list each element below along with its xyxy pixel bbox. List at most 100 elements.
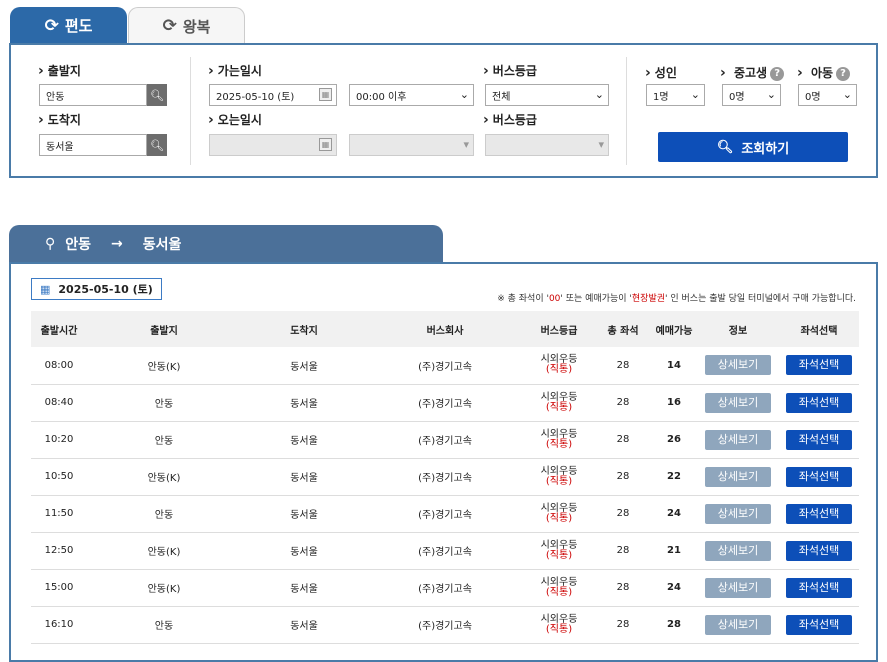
table-row: 08:40 안동 동서울 (주)경기고속 시외우등 (직통) 28 16 상세보기 좌석선택 <box>31 384 859 421</box>
arrival-label: 도착지 <box>38 111 81 128</box>
result-date-chip[interactable]: ▦ 2025-05-10 (토) <box>31 278 162 300</box>
seat-cell: 좌석선택 <box>779 532 859 569</box>
departure-time: 08:00 <box>44 359 74 371</box>
tab-one-way-label: 편도 <box>64 17 93 35</box>
arrival-terminal: 동서울 <box>290 436 318 447</box>
notice-part: ' 인 버스는 출발 당일 터미널에서 구매 가능합니다. <box>665 294 856 304</box>
chevron-down-icon: ⌄ <box>594 88 604 101</box>
bus-grade-sub: (직통) <box>545 364 573 376</box>
seat-select-button[interactable]: 좌석선택 <box>786 466 852 487</box>
student-label: 중고생? <box>720 64 785 81</box>
seat-select-button[interactable]: 좌석선택 <box>786 355 852 376</box>
departure-terminal: 안동(K) <box>147 547 181 558</box>
seat-select-button[interactable]: 좌석선택 <box>786 429 852 450</box>
bus-company: (주)경기고속 <box>418 510 472 521</box>
detail-button[interactable]: 상세보기 <box>705 540 771 561</box>
grade-select[interactable]: 전체 ⌄ <box>485 84 609 106</box>
detail-button[interactable]: 상세보기 <box>705 392 771 413</box>
calendar-icon[interactable]: ▦ <box>319 88 332 101</box>
col-header: 출발지 <box>150 325 178 337</box>
arrival-search-button[interactable]: 🔍︎ <box>147 134 167 156</box>
departure-value: 안동 <box>46 91 65 103</box>
calendar-icon[interactable]: ▦ <box>319 138 332 151</box>
seat-select-button[interactable]: 좌석선택 <box>786 503 852 524</box>
notice-highlight: 00 <box>548 294 561 304</box>
departure-terminal: 안동 <box>154 510 174 521</box>
tab-round-trip[interactable]: ⟳ 왕복 <box>128 7 245 44</box>
refresh-icon: ⟳ <box>162 16 177 36</box>
seat-select-button[interactable]: 좌석선택 <box>786 540 852 561</box>
chevron-down-icon: ⌄ <box>766 88 776 101</box>
departure-terminal: 안동(K) <box>147 361 181 373</box>
seat-select-button[interactable]: 좌석선택 <box>786 614 852 635</box>
tab-round-trip-label: 왕복 <box>182 17 211 36</box>
bus-grade: 시외우등 (직통) <box>523 384 595 421</box>
adult-select[interactable]: 1명 ⌄ <box>646 84 705 106</box>
bus-grade-main: 시외우등 <box>540 613 578 625</box>
departure-time: 10:50 <box>44 471 74 482</box>
bus-grade-sub: (직통) <box>545 438 573 450</box>
arrival-terminal: 동서울 <box>290 510 318 521</box>
seat-cell: 좌석선택 <box>779 458 859 495</box>
seat-cell: 좌석선택 <box>779 606 859 643</box>
available-seats: 24 <box>667 508 681 519</box>
available-seats: 16 <box>667 397 681 408</box>
arrival-terminal: 동서울 <box>290 621 318 632</box>
return-grade-select[interactable]: ▾ <box>485 134 609 156</box>
col-header: 정보 <box>728 325 748 337</box>
detail-button[interactable]: 상세보기 <box>705 429 771 450</box>
help-icon[interactable]: ? <box>770 66 785 81</box>
arrival-input[interactable]: 동서울 <box>39 134 147 156</box>
detail-button[interactable]: 상세보기 <box>705 466 771 487</box>
return-time-select[interactable]: ▾ <box>349 134 474 156</box>
detail-button[interactable]: 상세보기 <box>705 614 771 635</box>
col-header: 버스회사 <box>426 325 464 337</box>
go-time-value: 00:00 이후 <box>356 91 407 103</box>
available-seats: 28 <box>667 619 681 630</box>
return-date-input[interactable]: ▦ <box>209 134 337 156</box>
seat-cell: 좌석선택 <box>779 421 859 458</box>
departure-search-button[interactable]: 🔍︎ <box>147 84 167 106</box>
arrival-terminal: 동서울 <box>290 584 318 595</box>
go-date-input[interactable]: 2025-05-10 (토) ▦ <box>209 84 337 106</box>
bus-grade-sub: (직통) <box>545 549 573 561</box>
chevron-down-icon: ⌄ <box>690 88 700 101</box>
search-icon: 🔍︎ <box>150 88 164 102</box>
student-select[interactable]: 0명 ⌄ <box>722 84 781 106</box>
route-header: ⚲ 안동 → 동서울 <box>9 225 443 263</box>
arrow-right-icon: → <box>111 236 123 252</box>
detail-button[interactable]: 상세보기 <box>705 503 771 524</box>
detail-cell: 상세보기 <box>697 421 779 458</box>
bus-company: (주)경기고속 <box>418 399 472 410</box>
bus-grade-main: 시외우등 <box>540 576 578 588</box>
departure-input[interactable]: 안동 <box>39 84 147 106</box>
return-grade-label: 버스등급 <box>483 111 537 128</box>
seat-cell: 좌석선택 <box>779 384 859 421</box>
detail-button[interactable]: 상세보기 <box>705 355 771 376</box>
go-date-label: 가는일시 <box>208 62 262 79</box>
go-time-select[interactable]: 00:00 이후 ⌄ <box>349 84 474 106</box>
departure-terminal: 안동(K) <box>147 584 181 595</box>
available-seats: 21 <box>667 545 681 556</box>
seat-select-button[interactable]: 좌석선택 <box>786 392 852 413</box>
tab-one-way[interactable]: ⟳ 편도 <box>10 7 127 44</box>
return-date-label: 오는일시 <box>208 111 262 128</box>
query-button[interactable]: 🔍︎ 조회하기 <box>658 132 848 162</box>
table-row: 10:20 안동 동서울 (주)경기고속 시외우등 (직통) 28 26 상세보기 좌석선택 <box>31 421 859 458</box>
bus-company: (주)경기고속 <box>418 361 472 373</box>
seat-select-button[interactable]: 좌석선택 <box>786 577 852 598</box>
col-header: 예매가능 <box>655 325 693 337</box>
help-icon[interactable]: ? <box>836 66 851 81</box>
detail-button[interactable]: 상세보기 <box>705 577 771 598</box>
bus-grade: 시외우등 (직통) <box>523 569 595 606</box>
available-seats: 14 <box>667 359 681 371</box>
child-select[interactable]: 0명 ⌄ <box>798 84 857 106</box>
chevron-down-icon: ▾ <box>463 138 469 151</box>
col-header: 버스등급 <box>540 325 578 337</box>
departure-time: 15:00 <box>44 582 74 593</box>
chevron-down-icon: ⌄ <box>459 88 469 101</box>
table-row: 10:50 안동(K) 동서울 (주)경기고속 시외우등 (직통) 28 22 상세보기 좌석선택 <box>31 458 859 495</box>
student-label-text: 중고생 <box>733 66 768 80</box>
bus-grade: 시외우등 (직통) <box>523 606 595 643</box>
total-seats: 28 <box>616 582 630 593</box>
